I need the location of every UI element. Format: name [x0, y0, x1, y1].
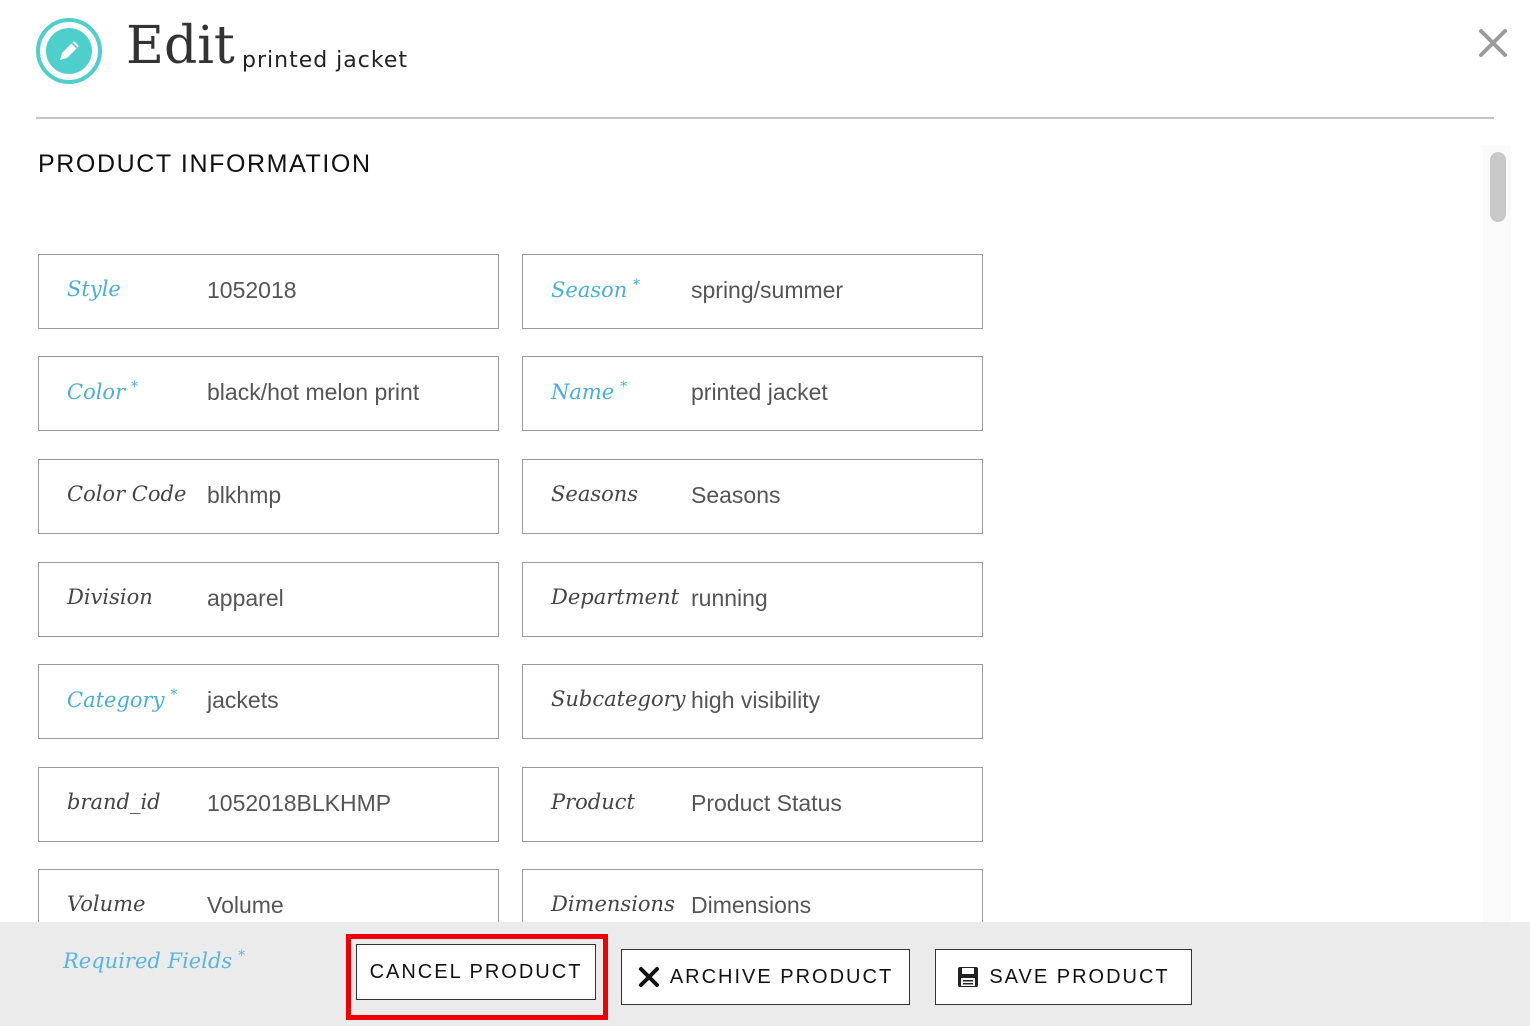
scrollbar-track[interactable] [1483, 145, 1511, 925]
page-subtitle: printed jacket [242, 48, 408, 73]
field-label: Division [67, 585, 153, 609]
field-value: black/hot melon print [207, 379, 420, 405]
page-title: Edit [126, 16, 235, 76]
field-product-status[interactable]: Product Product Status [522, 767, 983, 842]
field-value: Volume [207, 892, 284, 918]
header-divider [36, 117, 1494, 119]
field-category[interactable]: Category * jackets [38, 664, 499, 739]
field-value: running [691, 585, 768, 611]
modal-header: Edit printed jacket [0, 0, 1530, 120]
field-value: jackets [207, 687, 279, 713]
close-icon[interactable] [1476, 26, 1510, 60]
field-label: Department [551, 585, 680, 609]
x-icon [638, 967, 659, 987]
field-value: apparel [207, 585, 284, 611]
scrollbar-thumb[interactable] [1490, 152, 1506, 222]
field-label: Category * [67, 687, 178, 712]
field-value: high visibility [691, 687, 821, 713]
save-product-button[interactable]: SAVE PRODUCT [935, 949, 1192, 1005]
field-value: Seasons [691, 482, 781, 508]
field-dimensions[interactable]: Dimensions Dimensions [522, 869, 983, 922]
field-seasons[interactable]: Seasons Seasons [522, 459, 983, 534]
field-value: 1052018 [207, 277, 297, 303]
field-label: Seasons [551, 482, 639, 506]
field-label: Subcategory [551, 687, 686, 711]
field-color-code[interactable]: Color Code blkhmp [38, 459, 499, 534]
pencil-icon [46, 28, 92, 74]
floppy-disk-icon [958, 967, 979, 987]
field-label: Dimensions [551, 892, 675, 916]
field-brand-id[interactable]: brand_id 1052018BLKHMP [38, 767, 499, 842]
form-content: Style 1052018 Season * spring/summer Colo… [0, 200, 1480, 922]
field-label: Color Code [67, 482, 187, 506]
field-label: Volume [67, 892, 146, 916]
field-department[interactable]: Department running [522, 562, 983, 637]
field-value: 1052018BLKHMP [207, 790, 392, 816]
field-label: Color * [67, 379, 139, 404]
save-product-label: SAVE PRODUCT [989, 965, 1170, 988]
required-fields-note: Required Fields * [63, 948, 246, 973]
field-label: brand_id [67, 790, 161, 814]
cancel-product-button[interactable]: CANCEL PRODUCT [356, 944, 596, 1000]
archive-product-label: ARCHIVE PRODUCT [669, 965, 894, 988]
field-value: Product Status [691, 790, 842, 816]
field-name[interactable]: Name * printed jacket [522, 356, 983, 431]
edit-badge [36, 18, 102, 84]
field-value: Dimensions [691, 892, 812, 918]
modal-footer: Required Fields * CANCEL PRODUCT ARCHIVE … [0, 922, 1530, 1026]
field-subcategory[interactable]: Subcategory high visibility [522, 664, 983, 739]
field-label: Product [551, 790, 635, 814]
field-value: blkhmp [207, 482, 282, 508]
field-label: Season * [551, 277, 641, 302]
archive-product-button[interactable]: ARCHIVE PRODUCT [621, 949, 910, 1005]
field-style[interactable]: Style 1052018 [38, 254, 499, 329]
field-label: Style [67, 277, 121, 301]
field-label: Name * [551, 379, 628, 404]
field-value: spring/summer [691, 277, 844, 303]
field-division[interactable]: Division apparel [38, 562, 499, 637]
field-volume[interactable]: Volume Volume [38, 869, 499, 922]
field-season[interactable]: Season * spring/summer [522, 254, 983, 329]
cancel-product-label: CANCEL PRODUCT [369, 960, 583, 983]
section-title: PRODUCT INFORMATION [38, 150, 372, 178]
field-color[interactable]: Color * black/hot melon print [38, 356, 499, 431]
field-value: printed jacket [691, 379, 828, 405]
